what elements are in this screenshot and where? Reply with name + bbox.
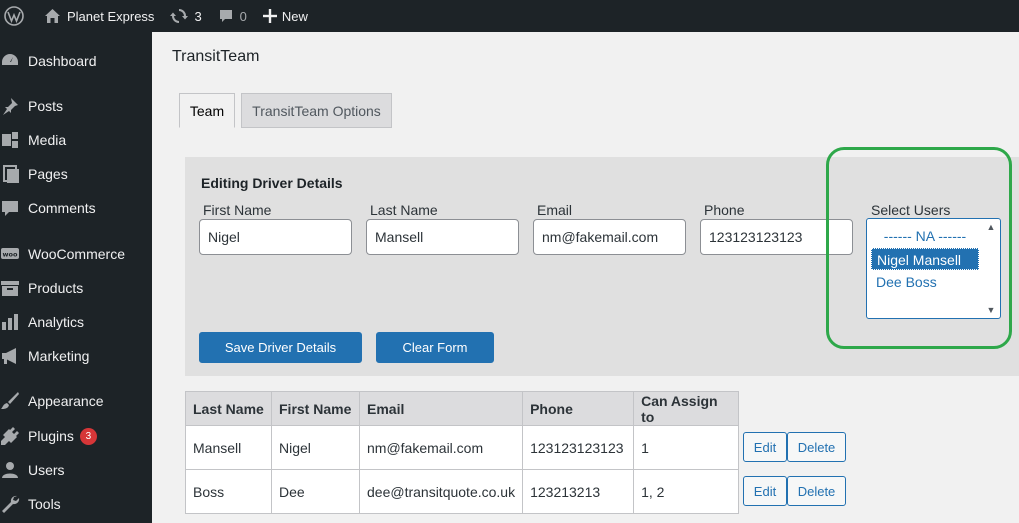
megaphone-icon bbox=[0, 346, 20, 366]
sidebar-item-label: Tools bbox=[28, 496, 61, 512]
sidebar-item-label: Appearance bbox=[28, 393, 104, 409]
last-name-label: Last Name bbox=[370, 202, 438, 218]
user-icon bbox=[0, 460, 20, 480]
bar-chart-icon bbox=[0, 312, 20, 332]
sidebar-item-users[interactable]: Users bbox=[0, 455, 152, 485]
media-icon bbox=[0, 130, 20, 150]
cell-first-name: Nigel bbox=[271, 425, 360, 470]
table-row: Boss Dee dee@transitquote.co.uk 12321321… bbox=[185, 469, 740, 514]
clear-form-button[interactable]: Clear Form bbox=[376, 332, 494, 363]
sidebar-item-label: Posts bbox=[28, 98, 64, 114]
column-header-can-assign-to: Can Assign to bbox=[633, 391, 740, 426]
sidebar-item-posts[interactable]: Posts bbox=[0, 91, 152, 121]
cell-last-name: Mansell bbox=[185, 425, 272, 470]
column-header-last-name: Last Name bbox=[185, 391, 272, 426]
sidebar-item-label: WooCommerce bbox=[28, 246, 125, 262]
plugins-update-badge: 3 bbox=[79, 427, 97, 445]
column-header-email: Email bbox=[358, 391, 524, 426]
wrench-icon bbox=[0, 494, 20, 514]
admin-bar: Planet Express 3 0 New bbox=[0, 0, 1019, 32]
save-driver-details-button[interactable]: Save Driver Details bbox=[199, 332, 362, 363]
sidebar-item-label: Media bbox=[28, 132, 67, 148]
column-header-phone: Phone bbox=[522, 391, 635, 426]
email-label: Email bbox=[537, 202, 573, 218]
column-header-first-name: First Name bbox=[271, 391, 360, 426]
admin-sidebar: Dashboard Posts Media Pages Comments woo… bbox=[0, 32, 152, 523]
sidebar-item-label: Pages bbox=[28, 166, 68, 182]
woo-icon: woo bbox=[0, 244, 20, 264]
cell-phone: 123123123123 bbox=[522, 425, 635, 470]
edit-row-button[interactable]: Edit bbox=[743, 476, 787, 506]
comment-bubble-icon bbox=[218, 8, 234, 24]
sidebar-item-label: Users bbox=[28, 462, 65, 478]
table-header-row: Last Name First Name Email Phone Can Ass… bbox=[185, 391, 740, 426]
sidebar-item-dashboard[interactable]: Dashboard bbox=[0, 46, 152, 76]
sidebar-item-label: Dashboard bbox=[28, 53, 97, 69]
sidebar-item-marketing[interactable]: Marketing bbox=[0, 341, 152, 371]
site-name: Planet Express bbox=[67, 8, 155, 24]
sidebar-item-label: Plugins bbox=[28, 428, 74, 444]
first-name-field[interactable] bbox=[199, 219, 352, 255]
cell-can-assign-to: 1 bbox=[633, 425, 740, 470]
cell-last-name: Boss bbox=[185, 469, 272, 514]
sidebar-item-label: Products bbox=[28, 280, 84, 296]
last-name-field[interactable] bbox=[366, 219, 519, 255]
wordpress-logo-icon[interactable] bbox=[0, 0, 36, 32]
sidebar-item-appearance[interactable]: Appearance bbox=[0, 386, 152, 416]
sidebar-item-products[interactable]: Products bbox=[0, 273, 152, 303]
comment-icon bbox=[0, 198, 20, 218]
archive-icon bbox=[0, 278, 20, 298]
dashboard-icon bbox=[0, 51, 20, 71]
email-field[interactable] bbox=[533, 219, 686, 255]
updates-link[interactable]: 3 bbox=[162, 0, 209, 32]
sidebar-item-plugins[interactable]: Plugins 3 bbox=[0, 421, 152, 451]
comments-link[interactable]: 0 bbox=[210, 0, 255, 32]
plus-icon bbox=[262, 9, 277, 23]
plug-icon bbox=[0, 426, 20, 446]
updates-icon bbox=[170, 7, 189, 25]
phone-label: Phone bbox=[704, 202, 745, 218]
sidebar-item-comments[interactable]: Comments bbox=[0, 193, 152, 223]
cell-first-name: Dee bbox=[271, 469, 360, 514]
sidebar-item-woocommerce[interactable]: woo WooCommerce bbox=[0, 239, 152, 269]
sidebar-item-tools[interactable]: Tools bbox=[0, 489, 152, 519]
cell-email: nm@fakemail.com bbox=[358, 425, 524, 470]
sidebar-item-analytics[interactable]: Analytics bbox=[0, 307, 152, 337]
comments-count: 0 bbox=[239, 8, 247, 24]
drivers-table: Last Name First Name Email Phone Can Ass… bbox=[185, 391, 740, 514]
updates-count: 3 bbox=[194, 8, 202, 24]
site-name-link[interactable]: Planet Express bbox=[36, 0, 162, 32]
tab-team[interactable]: Team bbox=[179, 93, 235, 128]
sidebar-item-label: Comments bbox=[28, 200, 96, 216]
new-content-link[interactable]: New bbox=[255, 0, 316, 32]
sidebar-item-label: Marketing bbox=[28, 348, 90, 364]
first-name-label: First Name bbox=[203, 202, 272, 218]
delete-row-button[interactable]: Delete bbox=[787, 432, 846, 462]
brush-icon bbox=[0, 391, 20, 411]
pages-icon bbox=[0, 164, 20, 184]
new-label: New bbox=[281, 8, 308, 24]
table-row: Mansell Nigel nm@fakemail.com 1231231231… bbox=[185, 425, 740, 470]
pin-icon bbox=[0, 96, 20, 116]
highlight-annotation bbox=[826, 147, 1012, 349]
svg-text:woo: woo bbox=[3, 251, 18, 259]
edit-row-button[interactable]: Edit bbox=[743, 432, 787, 462]
sidebar-item-label: Analytics bbox=[28, 314, 85, 330]
sidebar-item-pages[interactable]: Pages bbox=[0, 159, 152, 189]
home-icon bbox=[44, 8, 61, 24]
sidebar-item-media[interactable]: Media bbox=[0, 125, 152, 155]
panel-heading: Editing Driver Details bbox=[201, 175, 343, 191]
cell-email: dee@transitquote.co.uk bbox=[358, 469, 524, 514]
cell-phone: 123213213 bbox=[522, 469, 635, 514]
delete-row-button[interactable]: Delete bbox=[787, 476, 846, 506]
tab-transitteam-options[interactable]: TransitTeam Options bbox=[241, 93, 392, 128]
cell-can-assign-to: 1, 2 bbox=[633, 469, 740, 514]
page-title: TransitTeam bbox=[172, 48, 260, 65]
